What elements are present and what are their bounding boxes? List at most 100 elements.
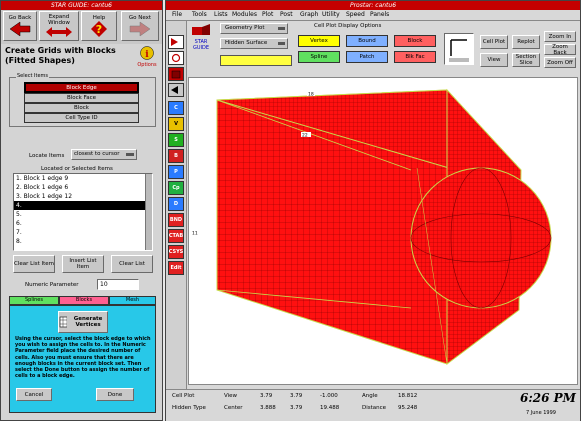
rotate-tool-button[interactable] [168,51,184,65]
command-d-button[interactable]: D [168,197,184,211]
back-arrow-icon [9,21,31,37]
replot-button[interactable]: Replot [512,35,540,49]
list-item[interactable]: 3. Block 1 edge 12 [14,192,152,201]
menu-panels[interactable]: Panels [370,10,389,20]
select-block-edge-button[interactable]: Block Edge [24,82,139,93]
command-d-label: D [173,201,179,207]
generate-vertices-button[interactable]: Generate Vertices [58,311,108,333]
command-p-button[interactable]: P [168,165,184,179]
fit-tool-button[interactable] [168,83,184,97]
list-scrollbar[interactable] [145,174,152,250]
graphics-viewport[interactable]: 18 22 11 [188,77,578,385]
tab-mesh[interactable]: Mesh [109,296,156,305]
clear-list-item-button[interactable]: Clear List Item [13,255,55,273]
section-slice-label: Section Slice [515,54,537,66]
zoom-off-label: Zoom Off [547,59,573,66]
view-orientation-widget[interactable] [444,33,474,65]
command-s-button[interactable]: S [168,133,184,147]
select-cell-type-button[interactable]: Cell Type ID [24,113,139,123]
done-button[interactable]: Done [96,388,134,401]
menu-plot[interactable]: Plot [262,10,273,20]
list-item[interactable]: 1. Block 1 edge 9 [14,174,152,183]
patch-label: Patch [359,54,375,60]
cell-plot-button[interactable]: Cell Plot [480,35,508,49]
menu-tools[interactable]: Tools [192,10,207,20]
blk-fac-toggle[interactable]: Blk Fac [394,51,436,63]
geometry-plot-dropdown[interactable]: Geometry Plot [220,23,288,34]
hidden-surface-dropdown[interactable]: Hidden Surface [220,38,288,49]
locate-items-value: closest to cursor [74,151,120,157]
spline-toggle[interactable]: Spline [298,51,340,63]
block-tool-button[interactable] [168,67,184,81]
clear-list-button[interactable]: Clear List [111,255,153,273]
svg-text:?: ? [96,23,102,36]
locate-items-dropdown[interactable]: closest to cursor [71,149,137,160]
status-angle-value: 18.812 [398,393,418,399]
geometry-plot-label: Geometry Plot [225,25,265,31]
command-input[interactable] [220,55,292,66]
status-center-label: Center [224,405,243,411]
expand-window-button[interactable]: Expand Window [39,11,79,41]
command-ctab-button[interactable]: CTAB [168,229,184,243]
select-block-face-button[interactable]: Block Face [24,93,139,103]
menu-graph[interactable]: Graph [300,10,318,20]
command-c-button[interactable]: C [168,101,184,115]
star-guide-window: STAR GUIDE: cantu6 Go Back Expand Window… [0,0,163,421]
status-distance-label: Distance [362,405,387,411]
list-item[interactable]: 6. [14,219,152,228]
command-cp-button[interactable]: Cp [168,181,184,195]
tab-splines[interactable]: Splines [9,296,59,305]
command-edit-label: Edit [170,265,182,271]
menu-utility[interactable]: Utility [322,10,340,20]
menu-lists[interactable]: Lists [214,10,228,20]
list-item[interactable]: 7. [14,228,152,237]
list-item[interactable]: 2. Block 1 edge 6 [14,183,152,192]
command-b-button[interactable]: B [168,149,184,163]
go-back-button[interactable]: Go Back [3,11,37,41]
command-v-button[interactable]: V [168,117,184,131]
menu-modules[interactable]: Modules [232,10,257,20]
zoom-back-button[interactable]: Zoom Back [544,44,576,56]
located-items-list[interactable]: 1. Block 1 edge 9 2. Block 1 edge 6 3. B… [13,173,153,251]
list-item-selected[interactable]: 4. [14,201,152,210]
help-button[interactable]: Help ? [81,11,117,41]
patch-toggle[interactable]: Patch [346,51,388,63]
star-guide-button[interactable]: STAR GUIDE [186,23,216,51]
bound-toggle[interactable]: Bound [346,35,388,47]
section-slice-button[interactable]: Section Slice [512,53,540,67]
mesh-sphere[interactable] [410,167,552,309]
list-item[interactable]: 5. [14,210,152,219]
blk-fac-label: Blk Fac [405,54,425,60]
menu-file[interactable]: File [172,10,182,20]
generate-vertices-label: Generate Vertices [73,316,103,328]
select-tool-button[interactable] [168,35,184,49]
zoom-in-button[interactable]: Zoom In [544,31,576,42]
go-next-button[interactable]: Go Next [121,11,159,41]
located-items-label: Located or Selected Items [41,166,113,172]
cancel-button[interactable]: Cancel [16,388,52,401]
tab-blocks[interactable]: Blocks [59,296,109,305]
axis-icon [449,39,469,62]
tab-blocks-label: Blocks [75,297,93,303]
dropdown-icon [278,42,285,45]
view-button[interactable]: View [480,53,508,67]
command-csys-button[interactable]: CSYS [168,245,184,259]
insert-list-item-button[interactable]: Insert List Item [62,255,104,273]
command-csys-label: CSYS [168,249,184,255]
command-edit-button[interactable]: Edit [168,261,184,275]
list-item[interactable]: 8. [14,237,152,246]
numeric-parameter-input[interactable]: 10 [97,279,139,290]
mesh-plot[interactable]: 18 22 11 [189,78,577,384]
menu-speed[interactable]: Speed [346,10,365,20]
block-toggle[interactable]: Block [394,35,436,47]
options-button[interactable]: i Options [134,46,160,70]
view-label: View [487,57,501,63]
vertex-toggle[interactable]: Vertex [298,35,340,47]
command-bnd-button[interactable]: BND [168,213,184,227]
dropdown-icon [278,27,285,30]
spline-label: Spline [310,54,328,60]
menu-post[interactable]: Post [280,10,293,20]
select-block-button[interactable]: Block [24,103,139,113]
status-plot-label: Cell Plot [172,393,195,399]
zoom-off-button[interactable]: Zoom Off [544,57,576,68]
